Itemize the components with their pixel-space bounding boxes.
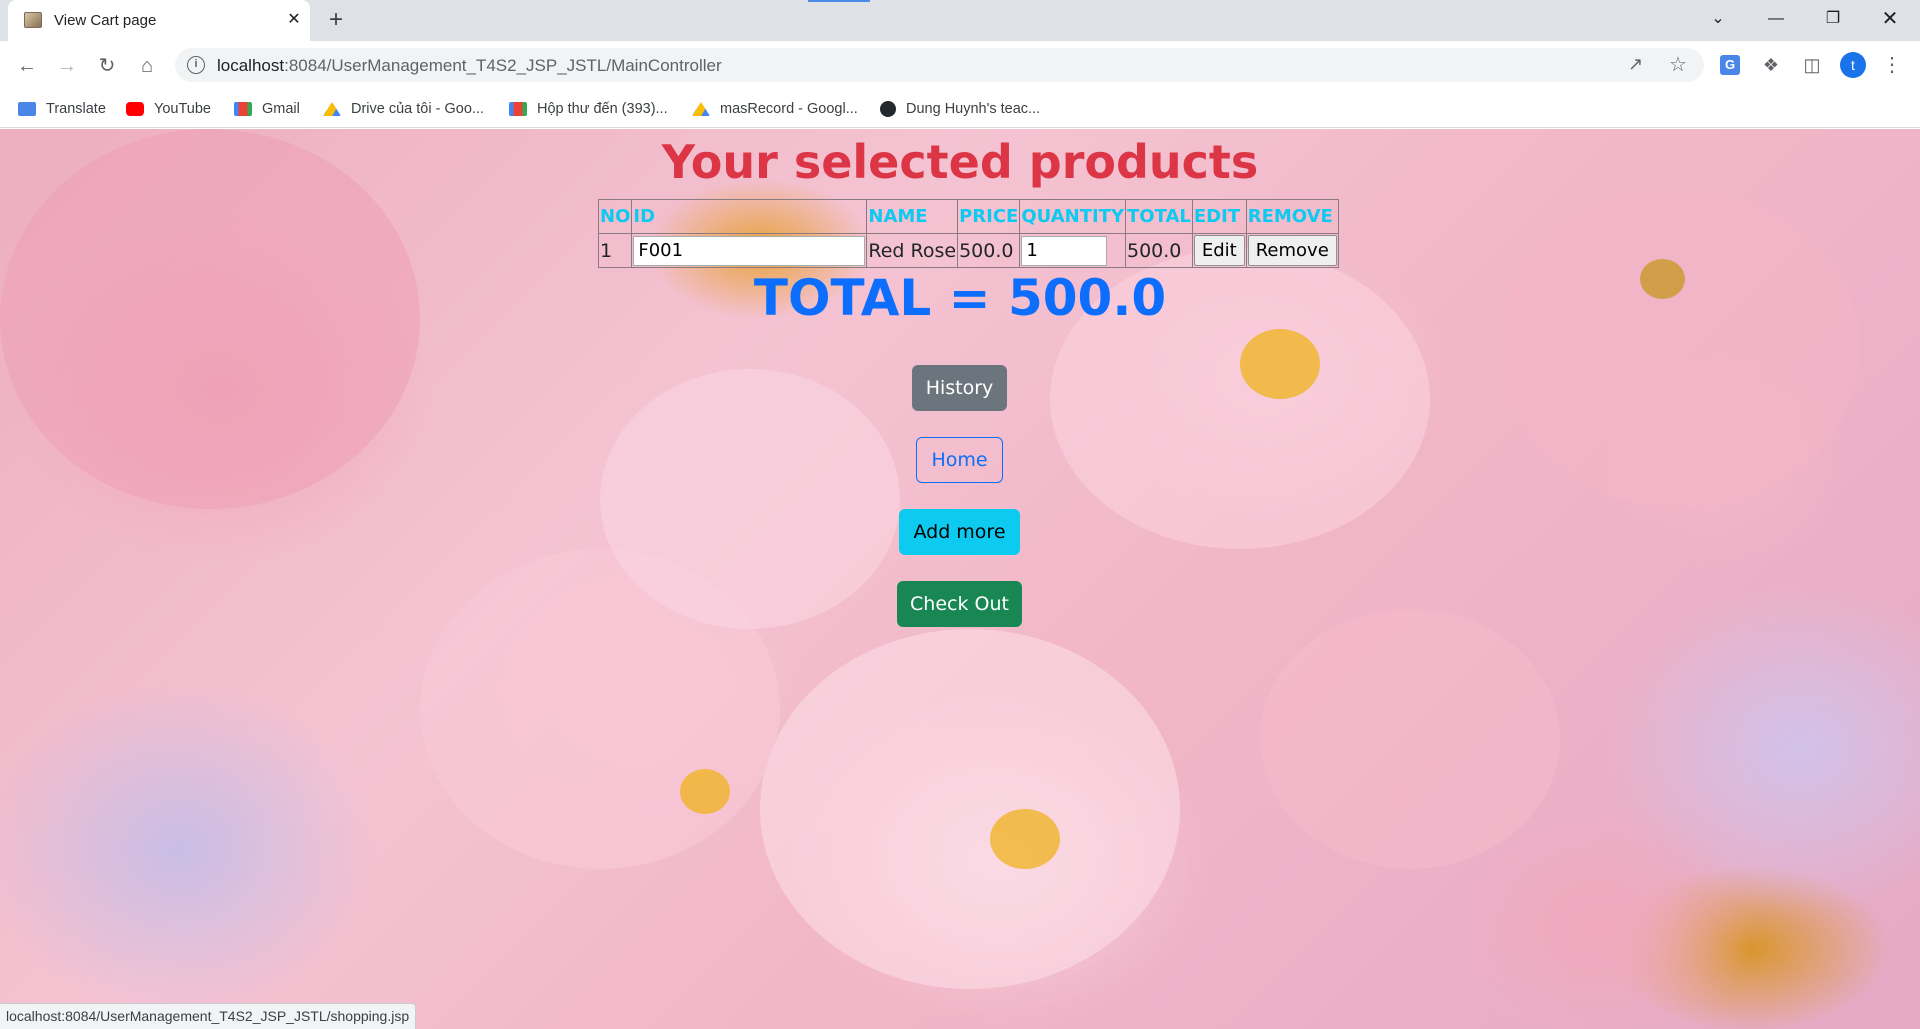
bookmark-masrecord[interactable]: masRecord - Googl... <box>692 99 858 119</box>
cell-no: 1 <box>597 233 633 268</box>
bookmark-star-icon[interactable]: ☆ <box>1669 52 1687 77</box>
column-header-name: NAME <box>866 199 959 234</box>
page-viewport: Your selected products NO ID NAME PRICE … <box>0 129 1920 1029</box>
quantity-field[interactable] <box>1021 235 1108 266</box>
profile-avatar[interactable]: t <box>1840 52 1866 78</box>
bookmark-label: Drive của tôi - Goo... <box>351 101 484 117</box>
bookmark-label: Gmail <box>262 101 300 117</box>
url-host: localhost <box>217 56 285 75</box>
cell-quantity <box>1019 233 1126 268</box>
gmail-icon <box>234 102 252 116</box>
cell-total: 500.0 <box>1125 233 1193 268</box>
cell-edit: Edit <box>1191 233 1247 268</box>
tab-view-cart[interactable]: View Cart page ✕ <box>8 0 310 41</box>
close-window-icon[interactable]: ✕ <box>1862 0 1918 38</box>
page-title: Your selected products <box>661 135 1259 189</box>
home-icon[interactable]: ⌂ <box>131 50 163 82</box>
cart-total: TOTAL = 500.0 <box>753 269 1167 327</box>
google-translate-icon <box>18 102 36 116</box>
bookmark-youtube[interactable]: YouTube <box>126 99 211 119</box>
column-header-price: PRICE <box>957 199 1021 234</box>
cell-remove: Remove <box>1245 233 1339 268</box>
tab-indicator <box>808 0 870 2</box>
column-header-no: NO <box>597 199 633 234</box>
home-button[interactable]: Home <box>916 437 1003 483</box>
page-favicon-icon <box>24 12 42 28</box>
bookmark-label: Dung Huynh's teac... <box>906 101 1041 117</box>
blossom-petal <box>1260 609 1560 869</box>
status-bar-url: localhost:8084/UserManagement_T4S2_JSP_J… <box>0 1003 417 1029</box>
cell-name: Red Rose <box>866 233 959 268</box>
edit-button[interactable]: Edit <box>1193 235 1245 266</box>
bookmark-drive[interactable]: Drive của tôi - Goo... <box>323 99 484 119</box>
extensions-puzzle-icon[interactable]: ❖ <box>1759 53 1783 77</box>
bookmark-label: Translate <box>46 101 106 117</box>
bookmark-gmail[interactable]: Gmail <box>234 99 300 119</box>
browser-menu-icon[interactable]: ⋮ <box>1880 53 1904 77</box>
bookmark-inbox[interactable]: Hộp thư đến (393)... <box>509 99 668 119</box>
github-icon <box>880 101 896 117</box>
check-out-button[interactable]: Check Out <box>897 581 1022 627</box>
cell-price: 500.0 <box>957 233 1021 268</box>
product-id-field[interactable] <box>633 235 866 266</box>
column-header-quantity: QUANTITY <box>1019 199 1126 234</box>
forward-arrow-icon[interactable]: → <box>51 50 83 82</box>
gmail-icon <box>509 102 527 116</box>
tab-strip: View Cart page ✕ + ⌄ — ❐ ✕ <box>0 0 1920 41</box>
bookmark-label: YouTube <box>154 101 211 117</box>
table-header-row: NO ID NAME PRICE QUANTITY TOTAL EDIT REM… <box>597 199 1339 234</box>
share-icon[interactable]: ↗ <box>1628 54 1643 75</box>
column-header-id: ID <box>631 199 868 234</box>
blossom-petal <box>600 369 900 629</box>
side-panel-icon[interactable]: ◫ <box>1800 53 1824 77</box>
google-translate-extension-icon[interactable]: G <box>1720 55 1740 75</box>
history-button[interactable]: History <box>912 365 1007 411</box>
browser-toolbar: ← → ↻ ⌂ i localhost:8084/UserManagement_… <box>0 41 1920 90</box>
reload-icon[interactable]: ↻ <box>91 50 123 82</box>
bookmark-github[interactable]: Dung Huynh's teac... <box>880 99 1040 119</box>
tab-close-icon[interactable]: ✕ <box>282 8 306 32</box>
address-bar[interactable]: i localhost:8084/UserManagement_T4S2_JSP… <box>175 48 1704 82</box>
blossom-petal <box>760 629 1180 989</box>
youtube-icon <box>126 102 144 116</box>
cart-table: NO ID NAME PRICE QUANTITY TOTAL EDIT REM… <box>597 199 1339 268</box>
bookmark-translate[interactable]: Translate <box>18 99 106 119</box>
restore-window-icon[interactable]: ❐ <box>1805 0 1861 38</box>
table-row: 1 Red Rose 500.0 500.0 Edit Remove <box>597 233 1339 268</box>
new-tab-button[interactable]: + <box>322 6 350 34</box>
bookmark-label: Hộp thư đến (393)... <box>537 101 668 117</box>
blossom-stamen <box>990 809 1060 869</box>
google-drive-icon <box>323 102 341 116</box>
tab-title: View Cart page <box>54 12 157 29</box>
bookmarks-bar: Translate YouTube Gmail Drive của tôi - … <box>0 90 1920 128</box>
add-more-button[interactable]: Add more <box>899 509 1020 555</box>
blossom-petal <box>1500 189 1860 509</box>
url-text[interactable]: localhost:8084/UserManagement_T4S2_JSP_J… <box>217 56 722 76</box>
tab-search-chevron-icon[interactable]: ⌄ <box>1690 0 1746 38</box>
back-arrow-icon[interactable]: ← <box>11 50 43 82</box>
bookmark-label: masRecord - Googl... <box>720 101 858 117</box>
minimize-window-icon[interactable]: — <box>1748 0 1804 38</box>
column-header-edit: EDIT <box>1191 199 1247 234</box>
cell-id <box>631 233 868 268</box>
google-drive-icon <box>692 102 710 116</box>
blossom-stamen <box>680 769 730 814</box>
url-path: :8084/UserManagement_T4S2_JSP_JSTL/MainC… <box>284 56 722 75</box>
column-header-total: TOTAL <box>1125 199 1193 234</box>
blossom-stamen <box>1240 329 1320 399</box>
site-info-icon[interactable]: i <box>187 56 205 74</box>
column-header-remove: REMOVE <box>1245 199 1339 234</box>
remove-button[interactable]: Remove <box>1247 235 1337 266</box>
